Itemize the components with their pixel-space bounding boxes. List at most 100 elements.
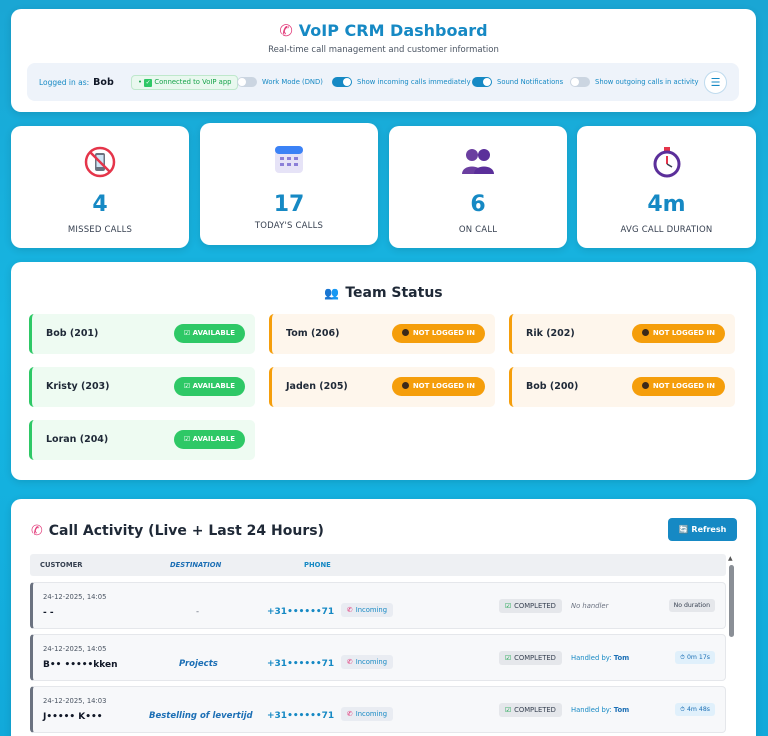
toggle-show-incoming[interactable]: Show incoming calls immediately — [332, 77, 471, 87]
call-activity-title-text: Call Activity (Live + Last 24 Hours) — [48, 523, 324, 539]
stat-label: AVG CALL DURATION — [620, 225, 713, 235]
check-icon: ☑ — [183, 329, 193, 337]
table-header: CUSTOMER DESTINATION PHONE — [30, 554, 726, 576]
call-handler: Handled by: Tom — [571, 654, 629, 662]
stat-label: ON CALL — [458, 225, 498, 235]
member-name: Kristy (203) — [46, 381, 110, 392]
team-member-card[interactable]: Bob (201) ☑ AVAILABLE — [29, 314, 255, 354]
refresh-icon: 🔄 — [678, 525, 692, 534]
timer-icon: ⏱ — [680, 654, 687, 661]
direction-badge: ✆ Incoming — [341, 603, 394, 617]
table-row[interactable]: 24-12-2025, 14:05 - - - +31••••••71 ✆ Inc… — [30, 582, 726, 629]
stat-todays-calls: 17 TODAY'S CALLS — [200, 123, 378, 245]
call-phone[interactable]: +31••••••71 — [267, 607, 334, 617]
stat-avg-duration: 4m AVG CALL DURATION — [577, 126, 756, 248]
status-badge: NOT LOGGED IN — [391, 324, 485, 343]
toggle-work-mode[interactable]: Work Mode (DND) — [237, 77, 323, 87]
duration-label: 0m 17s — [686, 654, 710, 661]
call-customer: B•• •••••kken — [43, 660, 118, 670]
logged-in-label: Logged in as: — [39, 78, 90, 87]
status-badge: ☑ AVAILABLE — [173, 377, 245, 396]
phone-icon: ✆ — [279, 21, 293, 40]
phone-icon: ✆ — [347, 606, 353, 614]
logged-in-info: Logged in as: Bob — [39, 77, 114, 88]
check-icon: ☑ — [505, 706, 512, 714]
toggle-switch[interactable] — [570, 77, 590, 87]
scroll-up-icon[interactable]: ▲ — [728, 555, 733, 562]
no-phone-icon — [11, 146, 189, 178]
toggle-switch[interactable] — [332, 77, 352, 87]
status-badge: ☑ COMPLETED — [499, 599, 562, 613]
call-customer: - - — [43, 608, 54, 618]
member-name: Tom (206) — [286, 328, 340, 339]
team-member-card[interactable]: Kristy (203) ☑ AVAILABLE — [29, 367, 255, 407]
team-member-card[interactable]: Bob (200) NOT LOGGED IN — [509, 367, 735, 407]
member-name: Bob (201) — [46, 328, 99, 339]
stat-value: 4m — [647, 192, 686, 217]
member-name: Jaden (205) — [286, 381, 348, 392]
connection-label: Connected to VoIP app — [154, 78, 232, 86]
direction-label: Incoming — [355, 606, 388, 614]
handler-name: Tom — [613, 706, 630, 714]
status-badge-label: AVAILABLE — [192, 435, 235, 443]
toggle-sound[interactable]: Sound Notifications — [472, 77, 563, 87]
team-status-panel: 👥 Team Status Bob (201) ☑ AVAILABLE Tom (… — [11, 262, 756, 480]
team-member-card[interactable]: Tom (206) NOT LOGGED IN — [269, 314, 495, 354]
scrollbar[interactable] — [729, 565, 734, 637]
call-handler: No handler — [571, 602, 609, 610]
call-time: 24-12-2025, 14:05 — [43, 645, 107, 653]
team-member-card[interactable]: Rik (202) NOT LOGGED IN — [509, 314, 735, 354]
toggle-switch[interactable] — [472, 77, 492, 87]
call-customer: J••••• K••• — [43, 712, 103, 722]
member-name: Bob (200) — [526, 381, 579, 392]
refresh-button[interactable]: 🔄 Refresh — [668, 518, 737, 541]
call-activity-panel: ✆ Call Activity (Live + Last 24 Hours) 🔄 … — [11, 499, 756, 736]
stat-label: TODAY'S CALLS — [254, 221, 324, 231]
people-icon — [389, 146, 567, 176]
duration-label: 4m 48s — [686, 706, 710, 713]
offline-dot-icon — [641, 382, 649, 389]
stat-value: 6 — [470, 192, 486, 217]
team-member-card[interactable]: Jaden (205) NOT LOGGED IN — [269, 367, 495, 407]
call-phone[interactable]: +31••••••71 — [267, 659, 334, 669]
toggle-label: Work Mode (DND) — [262, 78, 323, 86]
stat-label: MISSED CALLS — [67, 225, 133, 235]
status-badge-label: NOT LOGGED IN — [412, 329, 475, 337]
status-label: COMPLETED — [514, 654, 556, 662]
call-time: 24-12-2025, 14:03 — [43, 697, 107, 705]
team-title-text: Team Status — [345, 285, 443, 301]
toggle-show-outgoing[interactable]: Show outgoing calls in activity — [570, 77, 699, 87]
toggle-switch[interactable] — [237, 77, 257, 87]
team-member-card[interactable]: Loran (204) ☑ AVAILABLE — [29, 420, 255, 460]
table-row[interactable]: 24-12-2025, 14:03 J••••• K••• Bestelling… — [30, 686, 726, 733]
hamburger-menu-icon[interactable]: ☰ — [704, 71, 727, 94]
page-title-text: VoIP CRM Dashboard — [298, 21, 488, 40]
call-phone[interactable]: +31••••••71 — [267, 711, 334, 721]
column-phone[interactable]: PHONE — [304, 561, 331, 569]
status-badge-label: NOT LOGGED IN — [652, 382, 715, 390]
call-duration: ⏱ 4m 48s — [675, 703, 715, 716]
dot-icon: • — [138, 78, 143, 86]
member-name: Rik (202) — [526, 328, 575, 339]
phone-icon: ✆ — [31, 523, 43, 539]
column-customer[interactable]: CUSTOMER — [40, 561, 82, 569]
status-badge-label: AVAILABLE — [192, 329, 235, 337]
table-row[interactable]: 24-12-2025, 14:05 B•• •••••kken Projects… — [30, 634, 726, 681]
direction-label: Incoming — [355, 658, 388, 666]
handler-label: Handled by: — [571, 654, 612, 662]
connection-badge: • ✓ Connected to VoIP app — [131, 75, 239, 90]
status-badge: ☑ COMPLETED — [499, 651, 562, 665]
column-destination[interactable]: DESTINATION — [170, 561, 221, 569]
offline-dot-icon — [641, 329, 649, 336]
phone-icon: ✆ — [347, 658, 353, 666]
check-icon: ☑ — [183, 435, 193, 443]
team-status-title: 👥 Team Status — [11, 285, 756, 301]
toggle-label: Show incoming calls immediately — [357, 78, 471, 86]
stat-value: 4 — [92, 192, 108, 217]
direction-badge: ✆ Incoming — [341, 707, 394, 721]
dashboard-header: ✆ VoIP CRM Dashboard Real-time call manag… — [11, 9, 756, 112]
offline-dot-icon — [401, 382, 409, 389]
call-duration: No duration — [668, 599, 715, 612]
status-badge-label: NOT LOGGED IN — [412, 382, 475, 390]
calendar-icon — [200, 143, 378, 173]
